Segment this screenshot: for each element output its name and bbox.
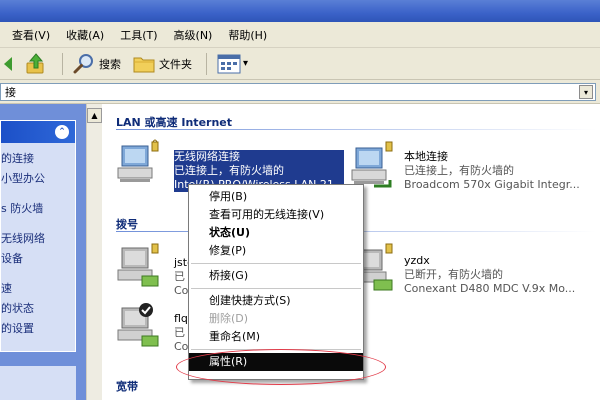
- group-header-lan: LAN 或高速 Internet: [116, 116, 233, 129]
- network-computer-icon: [117, 139, 159, 182]
- menu-item-disable[interactable]: 停用(B): [189, 188, 363, 206]
- menu-item-status[interactable]: 状态(U): [189, 224, 363, 242]
- connection-dialup-yzdx-label: yzdx 已断开，有防火墙的 Conexant D480 MDC V.9x Mo…: [404, 254, 575, 296]
- network-tasks-panel: ⌃ 的连接 小型办公 s 防火墙 无线网络 设备 速 的状态 的设置: [0, 120, 76, 352]
- toolbar-separator: [62, 52, 63, 75]
- menu-item-repair[interactable]: 修复(P): [189, 242, 363, 260]
- up-arrow-icon: [26, 52, 44, 73]
- modem-phone-icon: [117, 303, 159, 347]
- task-link[interactable]: 无线网络: [1, 229, 75, 249]
- toolbar-separator: [206, 52, 207, 75]
- menu-item-rename[interactable]: 重命名(M): [189, 328, 363, 346]
- menu-item-view-wireless[interactable]: 查看可用的无线连接(V): [189, 206, 363, 224]
- annotation-circle: [176, 349, 386, 385]
- address-bar: 接 ▾: [0, 80, 600, 104]
- group-divider: [116, 129, 596, 130]
- connection-name: yzdx: [404, 254, 430, 267]
- connection-name: 本地连接: [404, 150, 448, 163]
- address-dropdown-button[interactable]: ▾: [579, 85, 593, 99]
- address-input[interactable]: 接 ▾: [0, 83, 596, 101]
- task-list: 的连接 小型办公 s 防火墙 无线网络 设备 速 的状态 的设置: [1, 143, 75, 339]
- network-computer-icon: [351, 141, 393, 188]
- menu-item-delete: 删除(D): [209, 312, 249, 325]
- menu-help[interactable]: 帮助(H): [220, 25, 275, 45]
- views-icon: [217, 54, 241, 73]
- connection-status: 已连接上，有防火墙的: [174, 164, 345, 178]
- window-title-bar: [0, 0, 600, 22]
- forward-button[interactable]: [2, 51, 16, 77]
- connection-status: 已连接上，有防火墙的: [404, 164, 514, 177]
- up-folder-button[interactable]: [20, 51, 52, 77]
- menu-favorites[interactable]: 收藏(A): [58, 25, 112, 45]
- connection-status: 已断开，有防火墙的: [404, 268, 503, 281]
- task-link[interactable]: s 防火墙: [1, 199, 75, 219]
- connection-local-label: 本地连接 已连接上，有防火墙的 Broadcom 570x Gigabit In…: [404, 150, 580, 192]
- task-link[interactable]: 的连接: [1, 149, 75, 169]
- task-link[interactable]: 速: [1, 279, 75, 299]
- task-link[interactable]: 小型办公: [1, 169, 75, 189]
- scroll-up-button[interactable]: ▲: [87, 108, 102, 123]
- task-link[interactable]: 设备: [1, 249, 75, 269]
- connection-device: Broadcom 570x Gigabit Integr...: [404, 178, 580, 191]
- modem-phone-icon: [117, 243, 159, 287]
- views-button[interactable]: ▾: [213, 51, 252, 77]
- menu-separator: [191, 288, 361, 289]
- search-icon: [73, 53, 93, 73]
- menu-view[interactable]: 查看(V): [4, 25, 58, 45]
- menu-tools[interactable]: 工具(T): [112, 25, 165, 45]
- details-panel: [0, 366, 76, 400]
- connection-name: 无线网络连接: [174, 150, 345, 164]
- connection-device: Conexant D480 MDC V.9x Mo...: [404, 282, 576, 295]
- views-dropdown-arrow[interactable]: ▾: [243, 58, 248, 69]
- task-link[interactable]: 的设置: [1, 319, 75, 339]
- search-button[interactable]: 搜索: [69, 51, 125, 77]
- search-label: 搜索: [99, 57, 121, 71]
- task-pane: ⌃ 的连接 小型办公 s 防火墙 无线网络 设备 速 的状态 的设置: [0, 104, 86, 400]
- toolbar: 搜索 文件夹 ▾: [0, 48, 600, 80]
- folder-icon: [133, 57, 155, 72]
- menu-item-bridge[interactable]: 桥接(G): [189, 267, 363, 285]
- address-value: 接: [5, 86, 16, 99]
- task-panel-header[interactable]: ⌃: [1, 121, 75, 143]
- group-header-dialup: 拨号: [116, 218, 138, 231]
- vertical-scrollbar[interactable]: ▲: [86, 104, 102, 400]
- menu-advanced[interactable]: 高级(N): [166, 25, 221, 45]
- menu-bar: 查看(V) 收藏(A) 工具(T) 高级(N) 帮助(H): [0, 22, 600, 48]
- back-forward-icon: [4, 56, 12, 71]
- menu-separator: [191, 263, 361, 264]
- folders-button[interactable]: 文件夹: [129, 51, 196, 77]
- task-link[interactable]: 的状态: [1, 299, 75, 319]
- folders-label: 文件夹: [159, 57, 192, 71]
- group-header-broadband: 宽带: [116, 380, 138, 393]
- collapse-icon[interactable]: ⌃: [55, 125, 69, 139]
- menu-item-create-shortcut[interactable]: 创建快捷方式(S): [189, 292, 363, 310]
